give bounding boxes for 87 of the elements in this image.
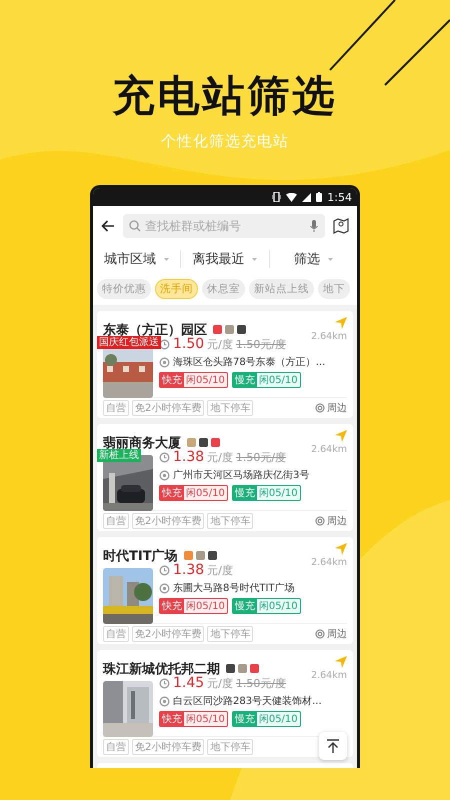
price-unit: 元/度 <box>207 562 233 578</box>
feature-tag: 免2小时停车费 <box>132 626 204 642</box>
price-text: 1.50 <box>173 336 204 352</box>
fast-charge-label: 快充 <box>160 486 184 500</box>
distance-text: 2.64km <box>311 331 347 342</box>
station-address: 白云区同沙路283号天健装饰材... <box>173 694 322 708</box>
fast-charge-count: 闲05/10 <box>185 600 226 613</box>
nearby-icon <box>315 629 325 639</box>
slow-charge-count: 闲05/10 <box>258 487 299 500</box>
hero-title: 充电站筛选 <box>112 70 338 122</box>
original-price: 1.50元/度 <box>236 336 286 352</box>
station-name: 珠江新城优托邦二期 <box>103 660 220 676</box>
station-address: 广州市天河区马场路庆亿街3号 <box>173 468 310 482</box>
caret-icon <box>252 258 258 260</box>
fast-charge-label: 快充 <box>160 599 184 613</box>
clock-icon <box>159 338 170 350</box>
price-unit: 元/度 <box>207 336 233 352</box>
back-button[interactable] <box>101 220 115 232</box>
feature-tag: 自营 <box>103 739 129 755</box>
price-unit: 元/度 <box>207 676 233 690</box>
slow-charge-label: 慢充 <box>232 599 257 613</box>
clock-icon <box>159 452 170 462</box>
signal-icon <box>302 192 312 202</box>
status-time: 1:54 <box>327 190 352 204</box>
station-name: 时代TIT广场 <box>103 548 178 564</box>
original-price: 1.50元/度 <box>236 450 286 464</box>
station-name: 东泰（方正）园区 <box>103 322 207 338</box>
filter-dropdown[interactable]: 筛选 <box>294 250 333 268</box>
distance-text: 2.64km <box>311 557 347 568</box>
battery-icon <box>316 192 322 202</box>
clock-icon <box>159 678 170 688</box>
nearby-link[interactable]: 周边 <box>327 514 347 528</box>
search-field[interactable]: 查找桩群或桩编号 <box>123 214 325 238</box>
price-text: 1.38 <box>173 449 204 465</box>
distance-text: 2.64km <box>311 670 347 681</box>
fast-charge-count: 闲05/10 <box>185 374 226 387</box>
location-icon <box>159 696 170 706</box>
nearby-link[interactable]: 周边 <box>327 627 347 641</box>
station-name: 翡丽商务大厦 <box>103 434 181 450</box>
promo-ribbon: 国庆红包派送 <box>97 336 161 349</box>
slow-charge-count: 闲05/10 <box>258 600 299 613</box>
nearby-icon <box>315 403 325 413</box>
feature-tag: 免2小时停车费 <box>132 400 204 416</box>
feature-tag: 免2小时停车费 <box>132 739 204 755</box>
station-address: 海珠区仓头路78号东泰（方正）... <box>173 356 326 369</box>
location-icon <box>159 470 170 480</box>
feature-tag: 地下停车 <box>207 400 254 416</box>
feature-tag: 地下停车 <box>207 739 254 755</box>
location-icon <box>159 582 170 594</box>
clock-icon <box>159 564 170 576</box>
slow-charge-label: 慢充 <box>232 373 257 387</box>
microphone-icon[interactable] <box>310 220 318 232</box>
vibrate-icon <box>272 192 282 202</box>
caret-icon <box>328 258 333 260</box>
arrow-up-icon <box>326 739 340 753</box>
station-address: 东圃大马路8号时代TIT广场 <box>173 582 295 595</box>
filter-dropdown[interactable]: 离我最近 <box>192 250 258 268</box>
hero-subtitle: 个性化筛选充电站 <box>161 132 289 151</box>
slow-charge-count: 闲05/10 <box>258 713 299 726</box>
feature-tag: 自营 <box>103 626 129 642</box>
slow-charge-label: 慢充 <box>232 712 257 726</box>
wifi-icon <box>286 192 298 202</box>
fast-charge-count: 闲05/10 <box>185 713 226 726</box>
feature-tag: 地下停车 <box>207 513 254 529</box>
back-to-top-button[interactable] <box>319 732 347 760</box>
slow-charge-label: 慢充 <box>232 486 257 500</box>
fast-charge-label: 快充 <box>160 712 184 726</box>
caret-icon <box>164 258 170 260</box>
feature-tag: 免2小时停车费 <box>132 513 204 529</box>
feature-tag: 地下停车 <box>207 626 254 642</box>
original-price: 1.50元/度 <box>236 676 286 690</box>
search-icon <box>129 220 141 232</box>
fast-charge-count: 闲05/10 <box>185 487 226 500</box>
price-text: 1.38 <box>173 562 204 578</box>
fast-charge-label: 快充 <box>160 373 184 387</box>
feature-tag: 自营 <box>103 513 129 529</box>
distance-text: 2.64km <box>311 444 347 455</box>
location-icon <box>159 356 170 368</box>
map-icon[interactable] <box>333 218 349 234</box>
slow-charge-count: 闲05/10 <box>258 374 299 387</box>
nearby-icon <box>315 516 325 526</box>
price-text: 1.45 <box>173 675 204 691</box>
feature-tag: 自营 <box>103 400 129 416</box>
price-unit: 元/度 <box>207 450 233 464</box>
nearby-link[interactable]: 周边 <box>327 401 347 415</box>
promo-ribbon: 新桩上线 <box>97 449 141 462</box>
filter-dropdown[interactable]: 城市区域 <box>104 250 170 268</box>
